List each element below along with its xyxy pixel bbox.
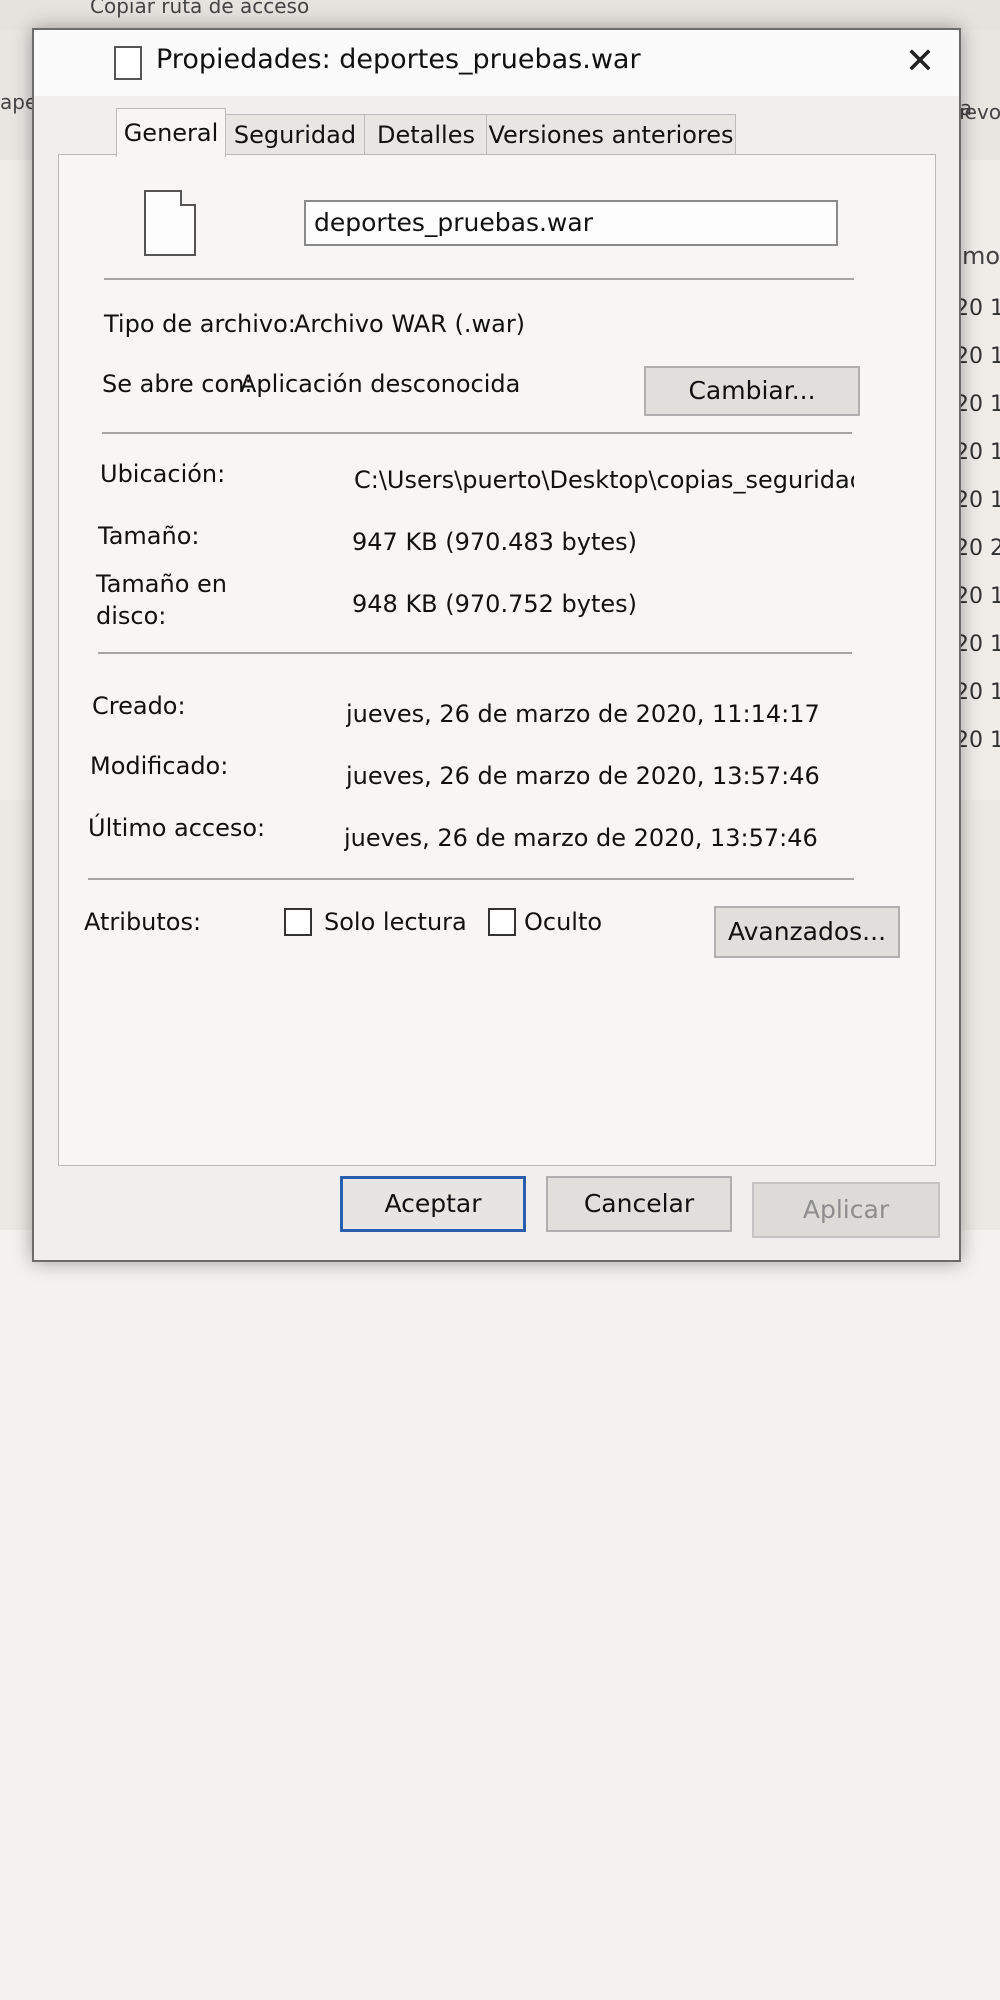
- advanced-button[interactable]: Avanzados...: [714, 906, 900, 958]
- apply-button: Aplicar: [752, 1182, 940, 1238]
- background-row-date: 20 2: [955, 536, 1000, 561]
- background-row-date: 20 1: [955, 392, 1000, 417]
- type-value: Archivo WAR (.war): [294, 310, 526, 338]
- general-panel: [58, 154, 936, 1166]
- file-type-icon: [144, 190, 196, 256]
- dialog-titlebar[interactable]: Propiedades: deportes_pruebas.war ✕: [34, 30, 959, 96]
- modified-label: Modificado:: [90, 752, 229, 780]
- background-copy-path-label: Copiar ruta de acceso: [90, 0, 310, 18]
- readonly-checkbox[interactable]: [284, 908, 312, 936]
- background-row-date: 20 1: [955, 680, 1000, 705]
- hidden-label: Oculto: [524, 908, 603, 936]
- close-button[interactable]: ✕: [895, 38, 945, 86]
- location-value[interactable]: C:\Users\puerto\Desktop\copias_seguridad…: [354, 466, 854, 494]
- ok-button[interactable]: Aceptar: [340, 1176, 526, 1232]
- tab-general[interactable]: General: [116, 108, 226, 157]
- disk-size-label-line-1: Tamaño en: [96, 570, 227, 598]
- background-row-date: 20 1: [955, 728, 1000, 753]
- change-button[interactable]: Cambiar...: [644, 366, 860, 416]
- divider: [98, 652, 852, 654]
- divider: [104, 278, 854, 280]
- opens-with-value: Aplicación desconocida: [240, 370, 521, 398]
- background-row-date: 20 1: [955, 632, 1000, 657]
- location-label: Ubicación:: [100, 460, 226, 488]
- disk-size-value: 948 KB (970.752 bytes): [352, 590, 637, 618]
- opens-with-label: Se abre con:: [102, 370, 253, 398]
- dialog-title: Propiedades: deportes_pruebas.war: [156, 44, 641, 75]
- size-label: Tamaño:: [98, 522, 200, 550]
- created-value: jueves, 26 de marzo de 2020, 11:14:17: [346, 700, 820, 728]
- background-titlebar: Copiar ruta de acceso: [0, 0, 1000, 30]
- background-row-date: 20 1: [955, 296, 1000, 321]
- attributes-label: Atributos:: [84, 908, 202, 936]
- hidden-checkbox[interactable]: [488, 908, 516, 936]
- file-icon: [114, 46, 142, 80]
- file-name-field[interactable]: deportes_pruebas.war: [304, 200, 838, 246]
- readonly-label: Solo lectura: [324, 908, 467, 936]
- size-value: 947 KB (970.483 bytes): [352, 528, 637, 556]
- tab-previous-versions[interactable]: Versiones anteriores: [486, 114, 736, 155]
- modified-value: jueves, 26 de marzo de 2020, 13:57:46: [346, 762, 820, 790]
- type-label: Tipo de archivo:: [104, 310, 296, 338]
- tab-security[interactable]: Seguridad: [224, 114, 366, 155]
- background-row-date: 20 1: [955, 344, 1000, 369]
- accessed-value: jueves, 26 de marzo de 2020, 13:57:46: [344, 824, 818, 852]
- background-row-date: 20 1: [955, 584, 1000, 609]
- cancel-button[interactable]: Cancelar: [546, 1176, 732, 1232]
- background-row-date: 20 1: [955, 488, 1000, 513]
- background-column-modified: mo: [962, 242, 1000, 270]
- background-row-date: 20 1: [955, 440, 1000, 465]
- divider: [88, 878, 854, 880]
- tab-details[interactable]: Detalles: [364, 114, 488, 155]
- close-icon: ✕: [904, 41, 936, 82]
- properties-dialog: Propiedades: deportes_pruebas.war ✕ Gene…: [32, 28, 961, 1262]
- divider: [102, 432, 852, 434]
- disk-size-label-line-2: disco:: [96, 602, 167, 630]
- created-label: Creado:: [92, 692, 186, 720]
- background-desk-area: [0, 1230, 1000, 2000]
- accessed-label: Último acceso:: [88, 814, 266, 842]
